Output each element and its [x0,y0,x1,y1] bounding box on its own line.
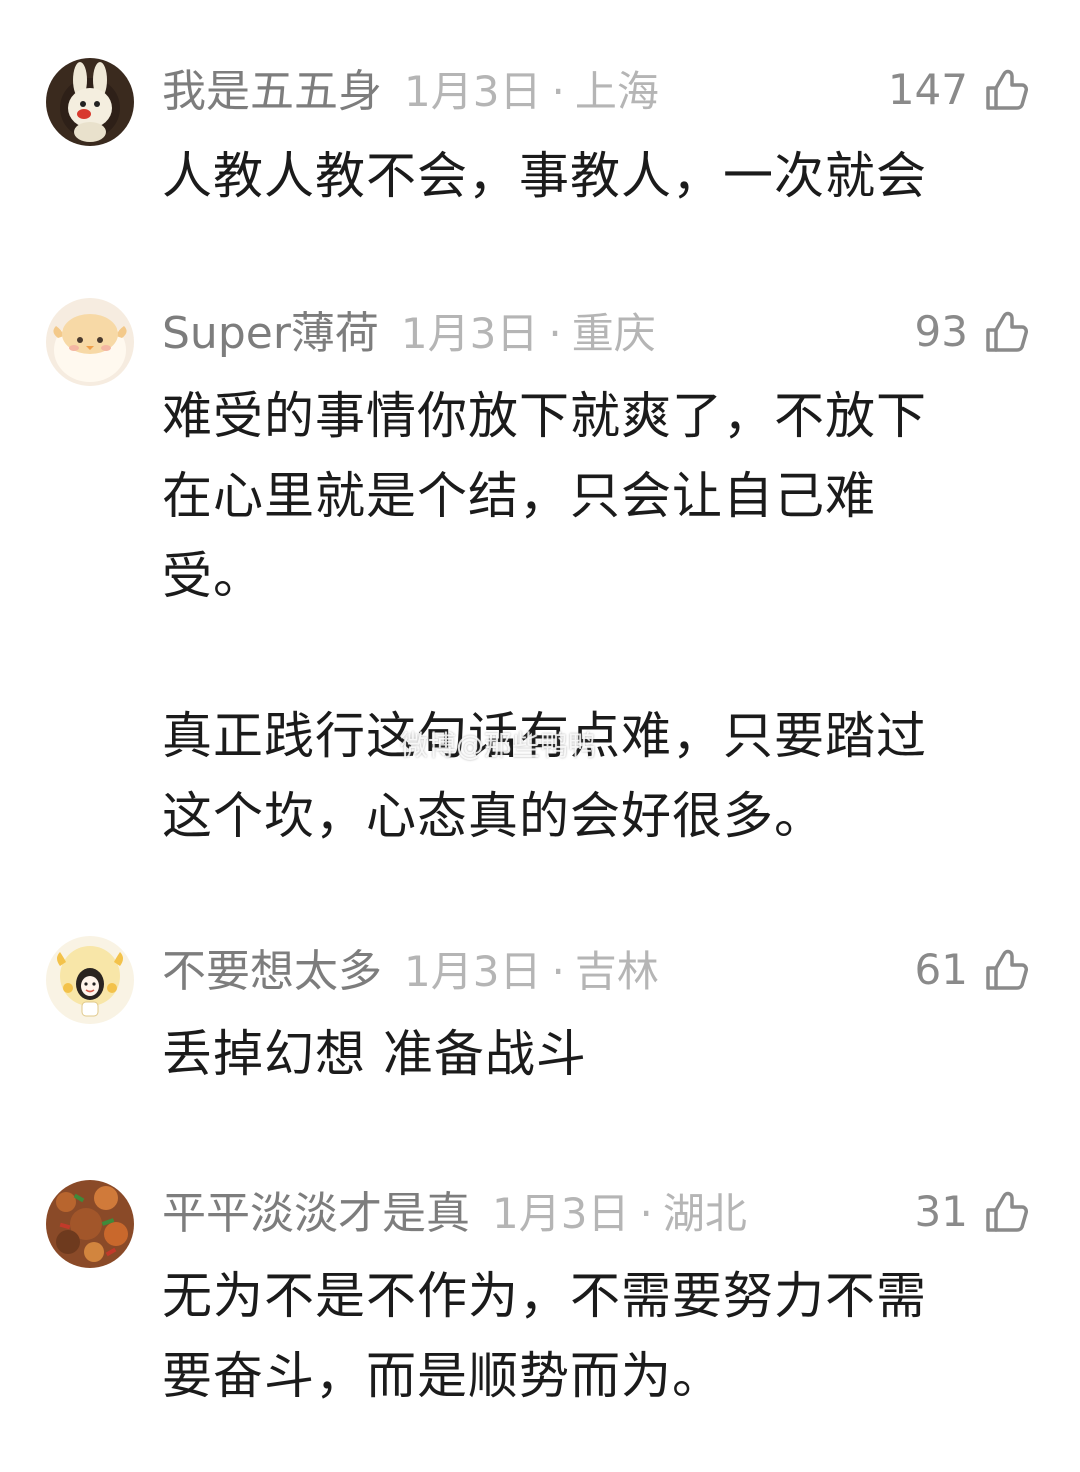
like-button[interactable]: 31 [915,1182,1030,1242]
comment-meta: 平平淡淡才是真 1月3日 · 湖北 [162,1184,747,1244]
comment-location: 吉林 [574,947,659,996]
comment-date: 1月3日 [404,947,542,996]
comment-text: 无为不是不作为，不需要努力不需 要奋斗，而是顺势而为。 [162,1267,927,1405]
comment-location: 湖北 [662,1189,747,1238]
comment-meta: 我是五五身 1月3日 · 上海 [162,62,659,122]
chick-avatar-icon [46,298,134,386]
thumbs-up-icon [986,1191,1028,1232]
comment-date: 1月3日 [400,309,539,358]
like-count: 147 [887,65,968,114]
like-count: 61 [914,945,968,994]
avatar[interactable] [46,58,134,146]
thumbs-up-icon [986,69,1028,110]
separator-dot: · [551,947,565,996]
comment-text: 难受的事情你放下就爽了，不放下 在心里就是个结，只会让自己难 受。 真正践行这句… [162,387,927,845]
like-button[interactable]: 61 [915,940,1030,1000]
username[interactable]: Super薄荷 [162,308,379,359]
avatar[interactable] [46,298,134,386]
cartoon-girl-avatar-icon [46,936,134,1024]
watermark: 微博@那些鸭鸭 [400,729,597,762]
comment-meta: 不要想太多 1月3日 · 吉林 [162,942,659,1002]
like-button[interactable]: 93 [915,302,1030,362]
separator-dot: · [639,1189,653,1238]
avatar[interactable] [46,936,134,1024]
avatar[interactable] [46,1180,134,1268]
comment-date: 1月3日 [404,67,542,116]
bunny-avatar-icon [46,58,134,146]
separator-dot: · [548,309,562,358]
comment-meta: Super薄荷 1月3日 · 重庆 [162,304,656,364]
like-button[interactable]: 147 [888,60,1030,120]
comment-date: 1月3日 [492,1189,630,1238]
comment-text: 丢掉幻想 准备战斗 [162,1025,587,1083]
like-count: 31 [914,1187,968,1236]
comment-location: 重庆 [571,309,656,358]
username[interactable]: 不要想太多 [162,946,382,997]
separator-dot: · [551,67,565,116]
comment-text: 人教人教不会，事教人，一次就会 [162,147,927,205]
username[interactable]: 我是五五身 [162,66,382,117]
thumbs-up-icon [986,949,1028,990]
username[interactable]: 平平淡淡才是真 [162,1188,470,1239]
food-photo-avatar-icon [46,1180,134,1268]
comment-location: 上海 [574,67,659,116]
thumbs-up-icon [986,311,1028,352]
like-count: 93 [914,307,968,356]
